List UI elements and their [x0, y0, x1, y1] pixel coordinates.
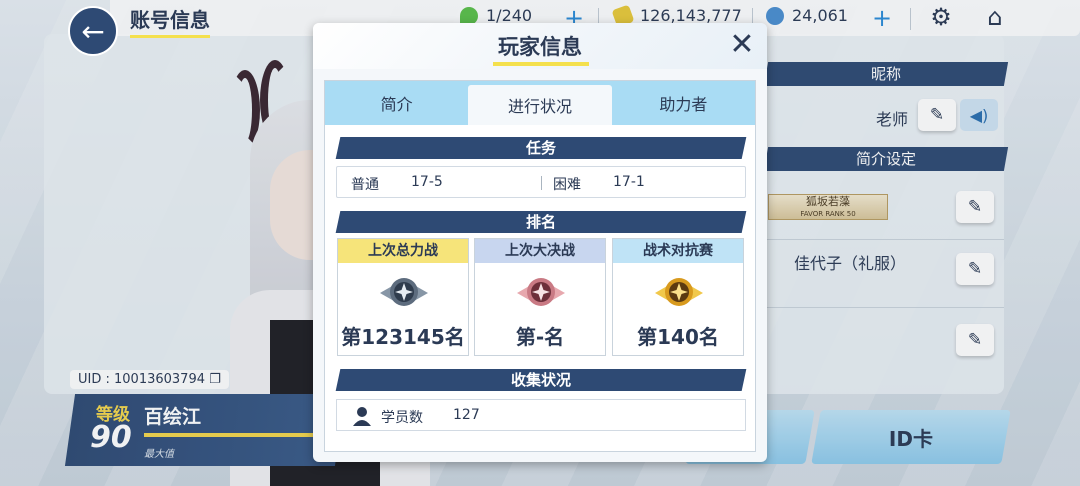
modal-content: 简介 进行状况 助力者 任务 普通 17-5 困难 17-1 排名 上次总力战 …	[324, 80, 756, 452]
normal-value: 17-5	[411, 174, 443, 190]
normal-label: 普通	[351, 177, 379, 193]
back-arrow-icon: ←	[81, 14, 105, 48]
rank-value: 第-名	[515, 325, 565, 349]
back-button[interactable]: ←	[68, 6, 118, 56]
person-icon	[353, 407, 371, 426]
rank-value: 第123145名	[341, 325, 465, 349]
tab-progress[interactable]: 进行状况	[468, 85, 612, 125]
page-title: 账号信息	[130, 4, 210, 38]
hard-value: 17-1	[613, 174, 645, 190]
ranking-header: 排名	[525, 213, 556, 231]
rank-card-title: 上次大决战	[475, 239, 605, 263]
collection-row: 学员数 127	[336, 399, 746, 431]
medal-icon	[380, 278, 428, 306]
medal-icon	[517, 278, 565, 306]
rank-card-tactical-challenge: 战术对抗赛 第140名	[612, 238, 744, 356]
tab-bar: 简介 进行状况 助力者	[325, 81, 755, 125]
close-icon: ✕	[729, 27, 755, 62]
rank-card-grand-assault: 上次大决战 第-名	[474, 238, 606, 356]
students-label: 学员数	[381, 410, 423, 426]
rank-card-title: 战术对抗赛	[613, 239, 743, 263]
close-button[interactable]: ✕	[727, 30, 757, 61]
tab-intro[interactable]: 简介	[325, 81, 468, 125]
students-value: 127	[453, 407, 480, 423]
hard-label: 困难	[553, 177, 581, 193]
modal-title: 玩家信息	[498, 35, 582, 59]
rank-card-title: 上次总力战	[338, 239, 468, 263]
player-info-modal: 玩家信息 ✕ 简介 进行状况 助力者 任务 普通 17-5 困难 17-1 排名…	[313, 23, 767, 462]
collection-header: 收集状况	[510, 371, 571, 389]
medal-icon	[655, 278, 703, 306]
rank-card-total-assault: 上次总力战 第123145名	[337, 238, 469, 356]
divider	[541, 176, 542, 190]
rank-value: 第140名	[637, 325, 719, 349]
mission-header: 任务	[525, 139, 556, 157]
title-underline	[493, 62, 589, 66]
tab-assistants[interactable]: 助力者	[612, 81, 755, 125]
mission-row: 普通 17-5 困难 17-1	[336, 166, 746, 198]
